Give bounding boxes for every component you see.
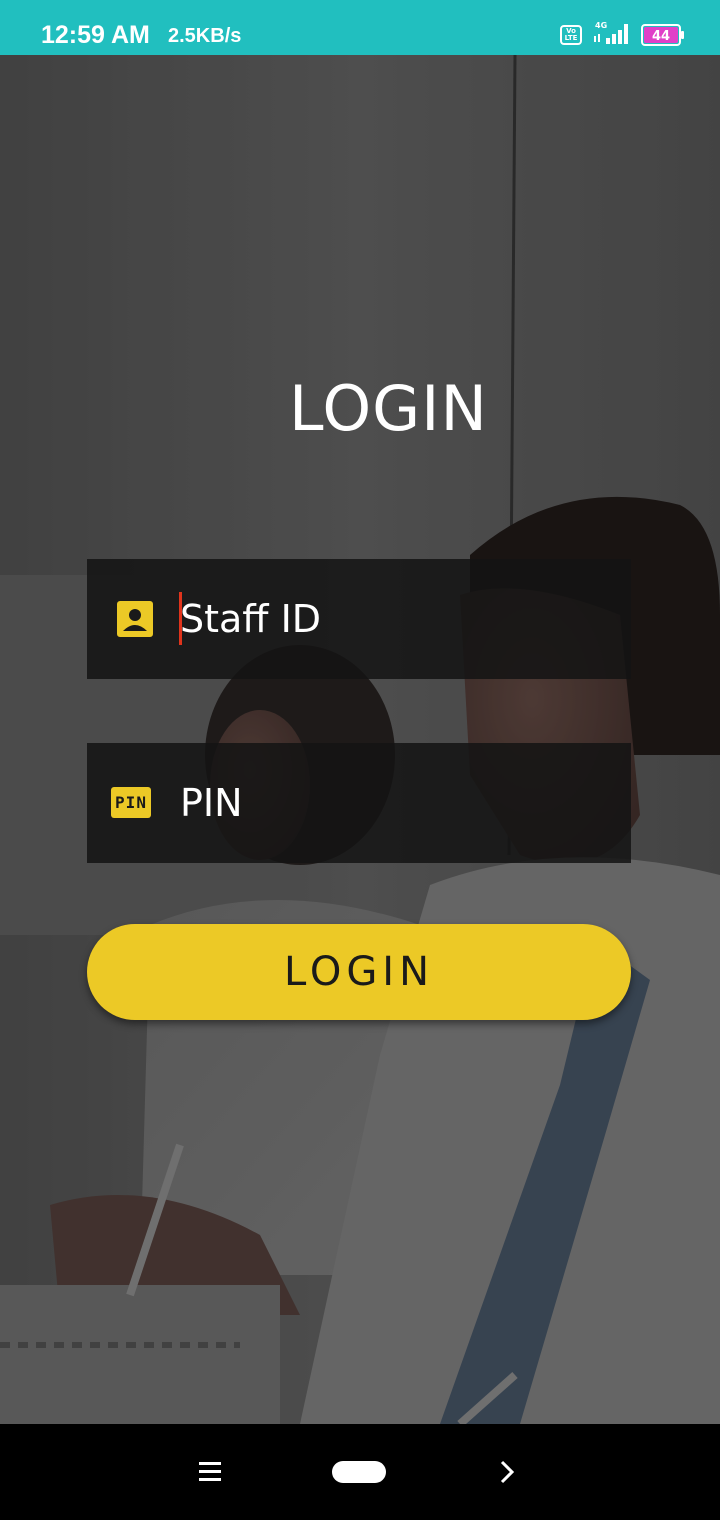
back-chevron-icon[interactable] [496,1460,520,1484]
battery-icon: 44 [641,24,684,46]
navigation-bar [0,1424,720,1520]
staff-id-field[interactable] [87,559,631,679]
person-badge-icon [117,601,153,637]
home-pill-icon[interactable] [332,1461,386,1483]
network-type-label: 4G [595,21,607,30]
pin-icon: PIN [111,787,151,818]
status-time: 12:59 AM [41,21,150,49]
battery-level: 44 [652,29,670,44]
status-bar: 12:59 AM 2.5KB/s Vo LTE 4G 44 [0,0,720,55]
signal-icon: 4G [594,21,628,44]
pin-field[interactable]: PIN [87,743,631,863]
network-speed: 2.5KB/s [168,25,242,47]
login-button[interactable]: LOGIN [87,924,631,1020]
login-screen: 12:59 AM 2.5KB/s Vo LTE 4G 44 LOGIN Staf… [0,0,720,1520]
volte-icon: Vo LTE [560,25,582,45]
pin-input[interactable] [180,773,600,833]
background-photo [0,55,720,1424]
page-title: LOGIN [289,372,488,445]
staff-id-input[interactable] [180,589,600,649]
menu-icon[interactable] [199,1462,221,1482]
